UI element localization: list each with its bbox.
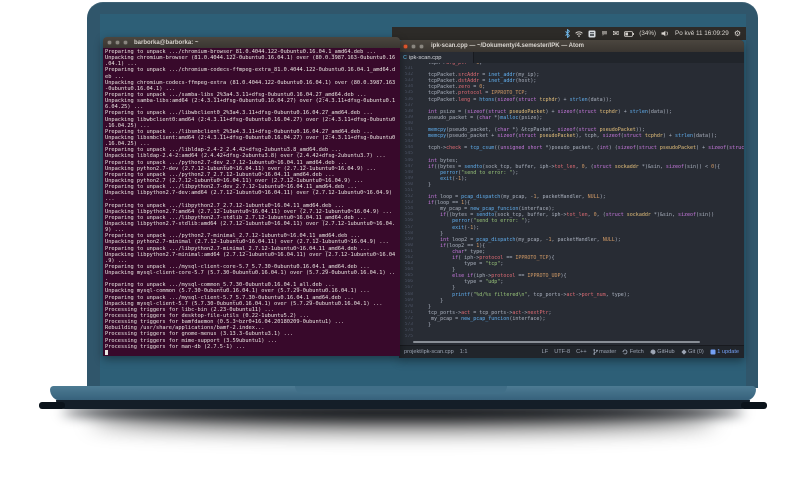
terminal-cursor (105, 349, 108, 355)
close-button[interactable] (403, 43, 408, 49)
status-item-label: Git (0) (688, 349, 704, 355)
volume-icon[interactable] (661, 30, 670, 37)
terminal-title: barborka@barborka: ~ (134, 39, 199, 46)
status-item-label: Fetch (629, 349, 644, 355)
tab-bar: C ipk-scan.cpp (399, 52, 744, 63)
ubuntu-top-panel: ✉ (34%) Po kvě 11 16:09:29 ⚙ (392, 27, 746, 40)
status-item-git-branch[interactable]: master (592, 349, 617, 355)
battery-percentage[interactable]: (34%) (639, 30, 656, 37)
terminal-row: Unpacking chromium-browser (81.0.4044.12… (105, 55, 396, 62)
laptop-hinge-notch (295, 386, 507, 394)
status-item-encoding[interactable]: UTF-8 (554, 349, 570, 355)
mail-icon[interactable]: ✉ (613, 29, 620, 38)
minimize-button[interactable] (115, 40, 120, 45)
status-item-label: LF (541, 349, 549, 355)
terminal-window: barborka@barborka: ~ Preparing to unpack… (103, 37, 400, 356)
terminal-row: Unpacking libwbclient0:amd64 (2:4.3.11+d… (105, 116, 396, 123)
status-item-github[interactable]: GitHub (650, 349, 675, 355)
keyboard-indicator-icon[interactable] (588, 30, 596, 38)
terminal-row: Unpacking python2.7-minimal (2.7.12-1ubu… (105, 239, 389, 246)
close-button[interactable] (107, 40, 112, 45)
status-cursor-position[interactable]: 1:1 (460, 349, 468, 355)
tab-label: ipk-scan.cpp (408, 54, 442, 61)
clock[interactable]: Po kvě 11 16:09:29 (675, 30, 729, 37)
update-icon (710, 349, 716, 355)
laptop-foot (741, 402, 767, 409)
terminal-row (105, 349, 398, 356)
code-editor[interactable]: 530 tcph->urg_ptr = 0;531532 tcpPacket.s… (399, 63, 744, 345)
line-number: 575 (404, 334, 413, 340)
wifi-icon[interactable] (574, 30, 583, 37)
battery-icon[interactable] (624, 30, 635, 37)
terminal-row: Preparing to unpack .../libpython2.7-min… (105, 245, 370, 252)
terminal-row: Unpacking chromium-codecs-ffmpeg-extra (… (105, 79, 396, 86)
terminal-row: Preparing to unpack .../chromium-codecs-… (105, 67, 396, 74)
status-item-grammar[interactable]: C++ (576, 349, 587, 355)
terminal-row: Unpacking mysql-client-core-5.7 (5.7.30-… (105, 270, 396, 277)
terminal-row: Unpacking libpython2.7:amd64 (2.7.12-1ub… (105, 208, 393, 215)
status-item-label: C++ (576, 349, 587, 355)
terminal-output[interactable]: Preparing to unpack .../chromium-browser… (103, 48, 400, 356)
code-row: 575 (399, 334, 744, 340)
status-item-fetch[interactable]: Fetch (622, 349, 644, 355)
session-gear-icon[interactable]: ⚙ (734, 29, 741, 38)
branch-icon (592, 349, 598, 355)
status-item-label: master (599, 349, 617, 355)
fetch-icon (622, 349, 628, 355)
status-item-updates[interactable]: 1 update (710, 349, 739, 355)
messaging-icon[interactable] (601, 30, 608, 37)
terminal-row: Unpacking samba-libs:amd64 (2:4.3.11+dfs… (105, 98, 396, 105)
git-icon (681, 349, 687, 355)
status-item-label: 1 update (717, 349, 739, 355)
status-file-path[interactable]: projekt/ipk-scan.cpp (404, 349, 454, 355)
laptop-shadow (90, 410, 716, 432)
bluetooth-icon[interactable] (564, 29, 570, 38)
terminal-row: Unpacking python2.7-dev (2.7.12-1ubuntu0… (105, 165, 377, 172)
atom-title: ipk-scan.cpp — ~/Dokumenty/4.semester/IP… (431, 43, 584, 49)
status-item-line-ending[interactable]: LF (542, 349, 549, 355)
laptop-foot (39, 402, 65, 409)
github-icon (650, 349, 656, 355)
terminal-row: Unpacking mysql-common (5.7.30-0ubuntu0.… (105, 288, 370, 295)
terminal-row: Unpacking mysql-client-5.7 (5.7.30-0ubun… (105, 300, 383, 307)
status-item-label: UTF-8 (554, 349, 571, 355)
terminal-row: Preparing to unpack .../libwbclient0_2%3… (105, 110, 373, 117)
status-item-label: GitHub (657, 349, 675, 355)
terminal-row: Unpacking libpython2.7-minimal:amd64 (2.… (105, 251, 396, 258)
maximize-button[interactable] (419, 43, 424, 49)
horizontal-scrollbar[interactable] (413, 341, 700, 343)
status-bar: projekt/ipk-scan.cpp 1:1 LF UTF-8 C++ maste… (399, 345, 744, 358)
atom-window: ipk-scan.cpp — ~/Dokumenty/4.semester/IP… (399, 40, 744, 358)
terminal-row: Unpacking libpython2.7-dev:amd64 (2.7.12… (105, 190, 396, 197)
c-source-icon: C (403, 54, 407, 61)
minimize-button[interactable] (411, 43, 416, 49)
tab-ipk-scan-cpp[interactable]: C ipk-scan.cpp (399, 52, 474, 63)
terminal-row: Unpacking libpython2.7-stdlib:amd64 (2.7… (105, 220, 396, 227)
maximize-button[interactable] (123, 40, 128, 45)
terminal-row: Unpacking libldap-2.4-2:amd64 (2.4.42+df… (105, 153, 386, 160)
laptop-base-edge (56, 400, 750, 409)
terminal-titlebar[interactable]: barborka@barborka: ~ (103, 37, 400, 48)
atom-titlebar[interactable]: ipk-scan.cpp — ~/Dokumenty/4.semester/IP… (399, 40, 744, 52)
status-item-git-changes[interactable]: Git (0) (681, 349, 704, 355)
